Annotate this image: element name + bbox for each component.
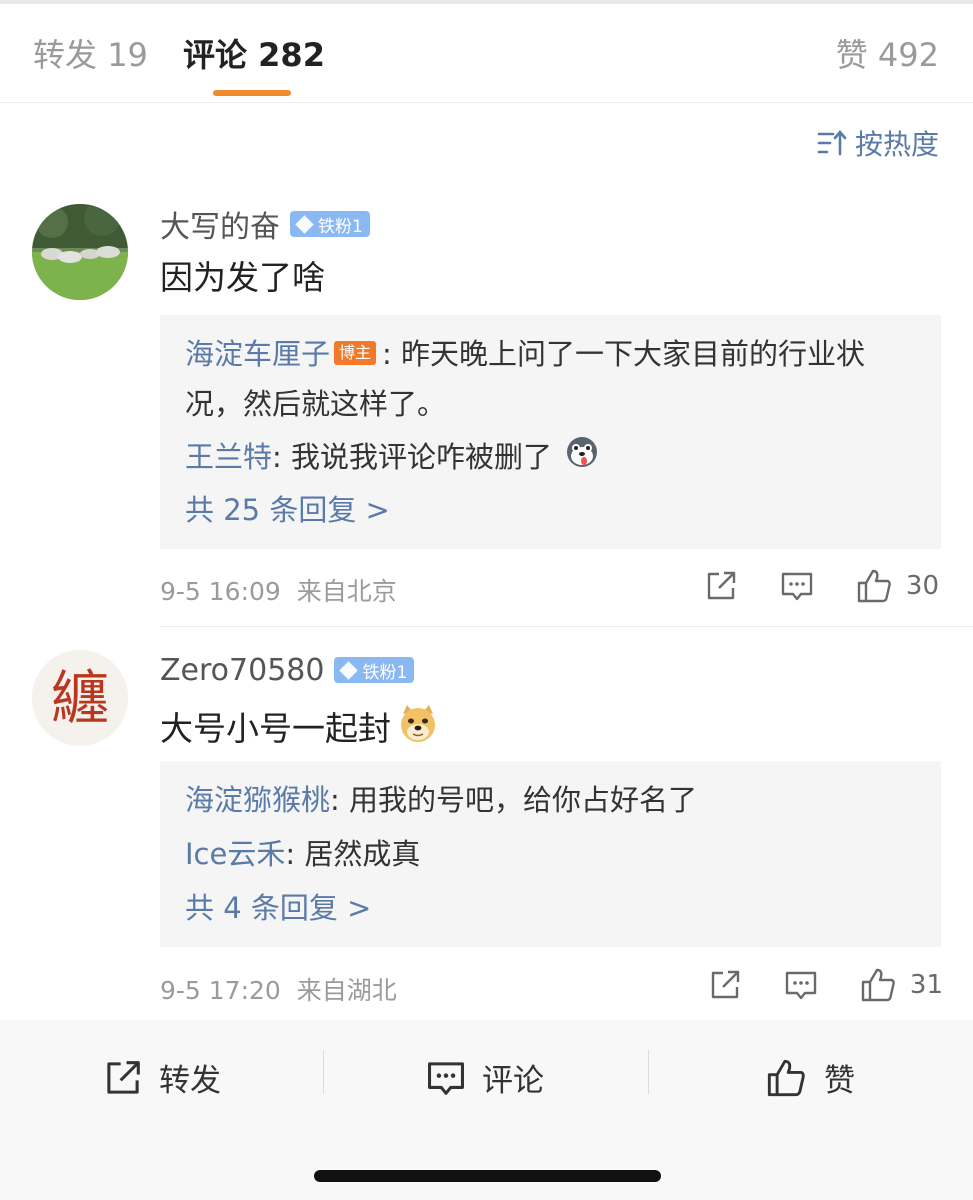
avatar-calligraphy: 纏 [51,664,109,732]
active-tab-indicator [213,90,291,96]
sort-icon [817,129,847,156]
reply-text: 我说我评论咋被删了 [291,440,553,474]
bottom-comment-label: 评论 [482,1063,544,1099]
like-button[interactable]: 30 [856,568,939,604]
like-count: 31 [909,970,943,1000]
comment-icon [781,572,813,601]
avatar[interactable] [32,204,128,300]
reply-item: 海淀猕猴桃: 用我的号吧，给你占好名了 [185,783,698,817]
like-button[interactable]: 31 [860,967,943,1003]
tab-like-count: 492 [877,36,939,74]
comment-actions: 30 [704,568,939,604]
view-more-replies-link[interactable]: 共 4 条回复 > [185,883,916,933]
fan-badge-label: 铁粉1 [318,216,363,237]
author-badge: 博主 [334,341,377,365]
timestamp: 9-5 16:09 [160,577,281,606]
comment-actions: 31 [708,967,943,1003]
fan-badge-label: 铁粉1 [362,662,408,683]
bottom-action-bar: 转发 评论 赞 [0,1020,973,1200]
bottom-divider [323,1050,324,1094]
diamond-icon [295,214,314,234]
tab-comment-label: 评论 [183,36,248,74]
comment-header: 大写的奋 铁粉1 [160,202,370,246]
doge-emoji-icon [397,702,439,755]
avatar-image: 纏 [32,650,128,746]
fan-badge: 铁粉1 [290,211,370,237]
comment-icon [785,971,817,1000]
reply-author[interactable]: Ice云禾 [185,837,285,871]
tab-comment-count: 282 [258,36,325,74]
share-button[interactable] [708,968,742,1002]
tab-like-label: 赞 [835,36,868,74]
comment-meta: 9-5 16:09 来自北京 [160,572,397,608]
username[interactable]: Zero70580 [160,653,324,688]
comment-divider [160,626,973,627]
reply-button[interactable] [780,569,814,603]
reply-text: 用我的号吧，给你占好名了 [349,783,698,817]
tab-comment[interactable]: 评论 282 [183,36,325,74]
husky-emoji-icon [565,434,599,484]
share-icon [711,970,740,999]
bottom-repost-button[interactable]: 转发 [103,1055,221,1100]
bottom-like-button[interactable]: 赞 [766,1055,855,1100]
home-indicator[interactable] [314,1170,661,1182]
username[interactable]: 大写的奋 [160,202,280,246]
share-button[interactable] [704,569,738,603]
reply-item: Ice云禾: 居然成真 [185,837,421,871]
tab-repost[interactable]: 转发 19 [33,36,148,74]
bottom-repost-label: 转发 [159,1063,221,1099]
comment-header: Zero70580 铁粉1 [160,651,415,689]
sort-by-hot-button[interactable]: 按热度 [817,126,939,161]
reply-preview-box[interactable]: 海淀猕猴桃: 用我的号吧，给你占好名了 Ice云禾: 居然成真 共 4 条回复 … [160,761,941,947]
bottom-like-label: 赞 [824,1063,855,1099]
bottom-divider [648,1050,649,1094]
share-icon [707,571,736,600]
thumbs-up-icon [767,1059,805,1096]
tab-repost-label: 转发 [33,36,98,74]
location: 来自北京 [296,577,397,606]
avatar[interactable]: 纏 [32,650,128,746]
reply-preview-box[interactable]: 海淀车厘子 博主: 昨天晚上问了一下大家目前的行业状况，然后就这样了。 王兰特: … [160,315,941,549]
bottom-comment-button[interactable]: 评论 [426,1055,544,1100]
share-icon [107,1060,140,1094]
reply-author[interactable]: 海淀车厘子 [185,337,330,371]
like-count: 30 [905,571,939,601]
avatar-image [32,204,128,300]
tab-like[interactable]: 赞 492 [836,36,939,74]
view-more-replies-link[interactable]: 共 25 条回复 > [185,485,916,535]
reply-text: 居然成真 [304,837,421,871]
reply-author[interactable]: 海淀猕猴桃 [185,783,330,817]
diamond-icon [339,660,359,680]
reply-item: 王兰特: 我说我评论咋被删了 [185,432,916,484]
thumbs-up-icon [857,569,891,603]
reply-item: 海淀车厘子 博主: 昨天晚上问了一下大家目前的行业状况，然后就这样了。 [185,337,866,421]
comment-text-content: 大号小号一起封 [160,708,391,748]
comment-text: 大号小号一起封 [160,702,439,755]
tab-repost-count: 19 [107,36,148,74]
comment-meta: 9-5 17:20 来自湖北 [160,971,397,1007]
thumbs-up-icon [861,968,895,1002]
reply-button[interactable] [784,968,818,1002]
timestamp: 9-5 17:20 [160,976,281,1005]
location: 来自湖北 [296,976,397,1005]
reply-author[interactable]: 王兰特 [185,440,272,474]
comment-icon [428,1061,464,1095]
fan-badge: 铁粉1 [334,657,415,683]
sort-label: 按热度 [854,128,939,161]
tab-bar: 转发 19 评论 282 赞 492 [0,4,973,103]
comment-text: 因为发了啥 [160,258,325,297]
